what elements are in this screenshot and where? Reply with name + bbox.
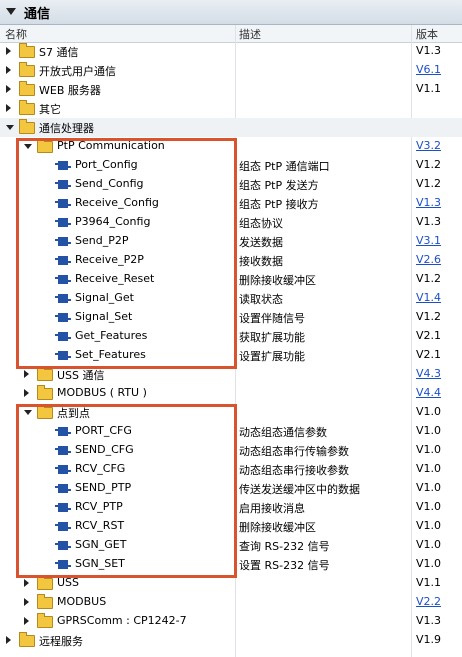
- item-description: 组态 PtP 发送方: [239, 179, 319, 192]
- panel-header[interactable]: 通信: [0, 0, 462, 25]
- item-description: 组态 PtP 通信端口: [239, 160, 330, 173]
- item-description: 发送数据: [239, 236, 283, 249]
- item-description: 设置 RS-232 信号: [239, 559, 330, 572]
- version-text: V1.1: [416, 576, 442, 589]
- folder-row[interactable]: MODBUS ( RTU ) V4.4: [0, 384, 462, 403]
- item-description: 获取扩展功能: [239, 331, 305, 344]
- version-text: V1.0: [416, 443, 442, 456]
- column-description[interactable]: 描述: [239, 26, 261, 42]
- folder-icon: [37, 366, 53, 381]
- version-text: V1.3: [416, 44, 442, 57]
- version-text: V1.3: [416, 614, 442, 627]
- collapsed-triangle-icon[interactable]: [24, 579, 29, 587]
- folder-row[interactable]: 其它: [0, 99, 462, 118]
- item-description: 读取状态: [239, 293, 283, 306]
- item-name: 其它: [39, 103, 61, 116]
- item-description: 删除接收缓冲区: [239, 274, 316, 287]
- version-link[interactable]: V4.4: [416, 386, 441, 399]
- item-description: 接收数据: [239, 255, 283, 268]
- folder-icon: [19, 81, 35, 96]
- item-name: 通信处理器: [39, 122, 94, 135]
- version-text: V1.0: [416, 405, 442, 418]
- folder-icon: [37, 575, 53, 590]
- highlight-box: [16, 138, 237, 369]
- version-link[interactable]: V2.6: [416, 253, 441, 266]
- item-name: MODBUS ( RTU ): [57, 386, 147, 399]
- item-name: 开放式用户通信: [39, 65, 116, 78]
- item-name: USS 通信: [57, 369, 105, 382]
- version-link[interactable]: V1.3: [416, 196, 441, 209]
- item-description: 设置扩展功能: [239, 350, 305, 363]
- folder-icon: [19, 100, 35, 115]
- folder-icon: [19, 119, 35, 134]
- item-name: 远程服务: [39, 635, 83, 648]
- item-description: 动态组态串行接收参数: [239, 464, 349, 477]
- collapsed-triangle-icon[interactable]: [24, 617, 29, 625]
- item-description: 查询 RS-232 信号: [239, 540, 330, 553]
- version-text: V2.1: [416, 348, 442, 361]
- version-text: V1.0: [416, 519, 442, 532]
- version-text: V1.2: [416, 158, 442, 171]
- folder-icon: [19, 62, 35, 77]
- version-text: V1.0: [416, 424, 442, 437]
- item-description: 组态 PtP 接收方: [239, 198, 319, 211]
- version-text: V2.1: [416, 329, 442, 342]
- column-name[interactable]: 名称: [5, 26, 27, 42]
- highlight-box: [16, 404, 237, 578]
- collapsed-triangle-icon[interactable]: [6, 66, 11, 74]
- item-description: 删除接收缓冲区: [239, 521, 316, 534]
- folder-row[interactable]: 通信处理器: [0, 118, 462, 137]
- version-text: V1.2: [416, 177, 442, 190]
- version-text: V1.0: [416, 538, 442, 551]
- collapsed-triangle-icon[interactable]: [6, 47, 11, 55]
- version-link[interactable]: V4.3: [416, 367, 441, 380]
- collapsed-triangle-icon[interactable]: [24, 598, 29, 606]
- version-link[interactable]: V3.1: [416, 234, 441, 247]
- version-text: V1.0: [416, 481, 442, 494]
- item-description: 设置伴随信号: [239, 312, 305, 325]
- item-description: 动态组态通信参数: [239, 426, 327, 439]
- item-description: 组态协议: [239, 217, 283, 230]
- item-name: GPRSComm : CP1242-7: [57, 614, 187, 627]
- version-link[interactable]: V6.1: [416, 63, 441, 76]
- folder-row[interactable]: WEB 服务器 V1.1: [0, 80, 462, 99]
- folder-row[interactable]: S7 通信 V1.3: [0, 42, 462, 61]
- folder-icon: [37, 385, 53, 400]
- version-text: V1.9: [416, 633, 442, 646]
- column-version[interactable]: 版本: [416, 26, 438, 42]
- item-name: WEB 服务器: [39, 84, 101, 97]
- folder-row[interactable]: GPRSComm : CP1242-7 V1.3: [0, 612, 462, 631]
- collapsed-triangle-icon[interactable]: [6, 636, 11, 644]
- folder-icon: [37, 594, 53, 609]
- expanded-triangle-icon[interactable]: [6, 125, 14, 130]
- item-description: 动态组态串行传输参数: [239, 445, 349, 458]
- version-text: V1.2: [416, 272, 442, 285]
- collapsed-triangle-icon[interactable]: [24, 370, 29, 378]
- collapsed-triangle-icon[interactable]: [6, 104, 11, 112]
- item-description: 传送发送缓冲区中的数据: [239, 483, 360, 496]
- version-link[interactable]: V2.2: [416, 595, 441, 608]
- item-name: MODBUS: [57, 595, 107, 608]
- version-text: V1.2: [416, 310, 442, 323]
- version-text: V1.3: [416, 215, 442, 228]
- version-link[interactable]: V3.2: [416, 139, 441, 152]
- item-description: 启用接收消息: [239, 502, 305, 515]
- item-name: S7 通信: [39, 46, 79, 59]
- folder-row[interactable]: 远程服务 V1.9: [0, 631, 462, 650]
- folder-row[interactable]: 开放式用户通信 V6.1: [0, 61, 462, 80]
- collapse-icon[interactable]: [6, 8, 16, 15]
- panel-title: 通信: [24, 7, 51, 22]
- collapsed-triangle-icon[interactable]: [6, 85, 11, 93]
- folder-icon: [19, 632, 35, 647]
- version-text: V1.1: [416, 82, 442, 95]
- version-link[interactable]: V1.4: [416, 291, 441, 304]
- collapsed-triangle-icon[interactable]: [24, 389, 29, 397]
- version-text: V1.0: [416, 557, 442, 570]
- folder-icon: [37, 613, 53, 628]
- column-header: 名称 描述 版本: [0, 25, 462, 43]
- folder-icon: [19, 43, 35, 58]
- version-text: V1.0: [416, 500, 442, 513]
- version-text: V1.0: [416, 462, 442, 475]
- folder-row[interactable]: MODBUS V2.2: [0, 593, 462, 612]
